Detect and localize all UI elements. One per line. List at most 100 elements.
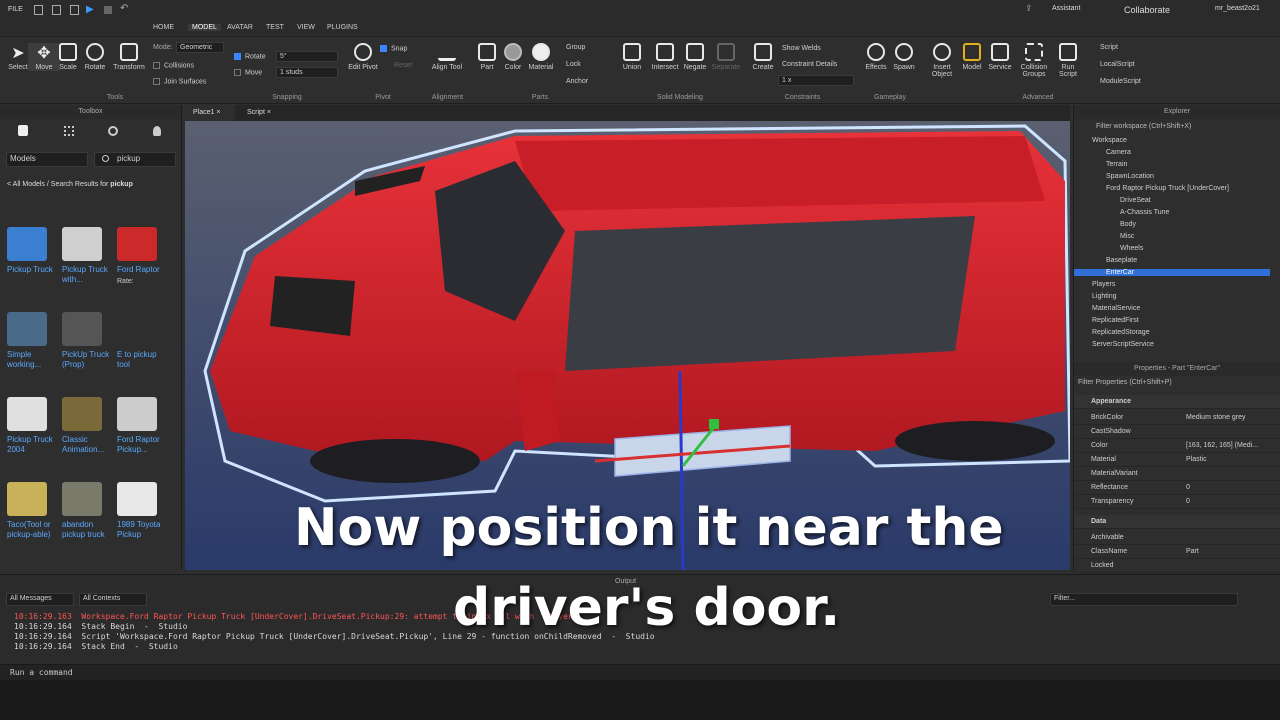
insert-object-button[interactable]: Insert Object (925, 43, 959, 78)
toolbox-item[interactable]: E to pickup tool (117, 312, 169, 370)
property-row[interactable]: ClassName Part (1074, 545, 1280, 559)
output-line[interactable]: 10:16:29.164 Stack Begin - Studio (14, 622, 187, 631)
tab-home[interactable]: HOME (153, 24, 174, 31)
save-icon[interactable] (52, 5, 61, 15)
upload-icon[interactable]: ⇪ (1025, 3, 1033, 14)
toolbox-item[interactable]: Pickup Truck (7, 227, 59, 275)
properties-filter-input[interactable]: Filter Properties (Ctrl+Shift+P) (1078, 379, 1172, 386)
show-welds-toggle[interactable]: Show Welds (782, 45, 821, 52)
property-row[interactable]: Reflectance 0 (1074, 481, 1280, 495)
explorer-item[interactable]: ReplicatedFirst (1074, 317, 1270, 324)
recent-icon[interactable] (108, 126, 118, 136)
play-icon[interactable]: ▶ (86, 4, 94, 15)
tab-view[interactable]: VIEW (297, 24, 315, 31)
service-button[interactable]: Service (984, 43, 1016, 71)
explorer-item[interactable]: Ford Raptor Pickup Truck [UnderCover] (1074, 185, 1270, 192)
collision-groups-button[interactable]: Collision Groups (1016, 43, 1052, 78)
mode-dropdown[interactable]: Geometric (176, 42, 224, 53)
explorer-item[interactable]: Wheels (1074, 245, 1270, 252)
intersect-button[interactable]: Intersect (647, 43, 683, 71)
toolbox-item[interactable]: 1989 Toyota Pickup (117, 482, 169, 540)
publish-icon[interactable] (70, 5, 79, 15)
appearance-section[interactable]: Appearance (1074, 395, 1280, 409)
explorer-item[interactable]: Camera (1074, 149, 1270, 156)
explorer-item[interactable]: Body (1074, 221, 1270, 228)
toolbox-item[interactable]: Taco(Tool or pickup-able) (7, 482, 59, 540)
breadcrumb[interactable]: < All Models / Search Results for pickup (7, 181, 133, 188)
explorer-item[interactable]: Players (1074, 281, 1270, 288)
group-button[interactable]: Group (566, 44, 585, 51)
material-button[interactable]: Material (525, 43, 557, 71)
property-row[interactable]: Color [163, 162, 165] (Medi... (1074, 439, 1280, 453)
property-row[interactable]: Archivable (1074, 531, 1280, 545)
explorer-item[interactable]: Workspace (1074, 137, 1270, 144)
messages-filter-dropdown[interactable]: All Messages (6, 593, 74, 606)
explorer-item[interactable]: Lighting (1074, 293, 1270, 300)
property-value[interactable]: Part (1186, 548, 1199, 555)
tab-test[interactable]: TEST (266, 24, 284, 31)
align-tool[interactable]: Align Tool (431, 43, 463, 71)
tab-avatar[interactable]: AVATAR (227, 24, 253, 31)
property-row[interactable]: Transparency 0 (1074, 495, 1280, 509)
assistant-button[interactable]: Assistant (1052, 5, 1080, 12)
explorer-item[interactable]: Misc (1074, 233, 1270, 240)
command-input[interactable]: Run a command (10, 668, 73, 677)
transform-tool[interactable]: Transform (110, 43, 148, 71)
snap-checkbox[interactable]: Snap (380, 45, 407, 52)
property-value[interactable]: Medium stone grey (1186, 414, 1246, 421)
join-surfaces-checkbox[interactable]: Join Surfaces (153, 78, 206, 85)
edit-pivot-tool[interactable]: Edit Pivot (347, 43, 379, 71)
property-row[interactable]: BrickColor Medium stone grey (1074, 411, 1280, 425)
explorer-item[interactable]: ReplicatedStorage (1074, 329, 1270, 336)
move-snap-checkbox[interactable]: Move (234, 69, 262, 76)
toolbox-item[interactable]: Ford Raptor Rate: (117, 227, 169, 287)
explorer-item[interactable]: EnterCar (1074, 269, 1270, 276)
rotate-tool[interactable]: Rotate (79, 43, 111, 71)
property-row[interactable]: MaterialVariant (1074, 467, 1280, 481)
data-section[interactable]: Data (1074, 515, 1280, 529)
negate-button[interactable]: Negate (679, 43, 711, 71)
creations-icon[interactable] (153, 126, 161, 136)
explorer-filter-input[interactable]: Filter workspace (Ctrl+Shift+X) (1096, 123, 1191, 130)
command-bar[interactable]: Run a command (0, 664, 1280, 680)
explorer-item[interactable]: Baseplate (1074, 257, 1270, 264)
output-line[interactable]: 10:16:29.164 Stack End - Studio (14, 642, 178, 651)
explorer-item[interactable]: A-Chassis Tune (1074, 209, 1270, 216)
create-constraint-button[interactable]: Create (747, 43, 779, 71)
collaborate-button[interactable]: Collaborate (1124, 5, 1170, 15)
contexts-filter-dropdown[interactable]: All Contexts (79, 593, 147, 606)
property-value[interactable]: 0 (1186, 484, 1190, 491)
new-file-icon[interactable] (34, 5, 43, 15)
toolbox-item[interactable]: PickUp Truck (Prop) (62, 312, 114, 370)
toolbox-item[interactable]: Pickup Truck with... (62, 227, 114, 285)
property-value[interactable]: Plastic (1186, 456, 1207, 463)
category-dropdown[interactable]: Models (6, 152, 88, 167)
explorer-item[interactable]: MaterialService (1074, 305, 1270, 312)
output-filter-input[interactable]: Filter... (1050, 593, 1238, 606)
explorer-item[interactable]: DriveSeat (1074, 197, 1270, 204)
script-button[interactable]: Script (1100, 44, 1118, 51)
file-menu[interactable]: FILE (8, 6, 23, 13)
tab-place1[interactable]: Place1 × (185, 105, 235, 121)
explorer-item[interactable]: SpawnLocation (1074, 173, 1270, 180)
constraint-scale-input[interactable]: 1 x (778, 75, 854, 86)
local-script-button[interactable]: LocalScript (1100, 61, 1135, 68)
rotate-snap-checkbox[interactable]: Rotate (234, 53, 266, 60)
toolbox-item[interactable]: Simple working... (7, 312, 59, 370)
reset-button[interactable]: Reset (394, 62, 412, 69)
property-value[interactable]: [163, 162, 165] (Medi... (1186, 442, 1258, 449)
rotate-snap-input[interactable]: 5° (276, 51, 338, 62)
tab-model[interactable]: MODEL (188, 24, 221, 31)
anchor-button[interactable]: Anchor (566, 78, 588, 85)
move-snap-input[interactable]: 1 studs (276, 67, 338, 78)
spawn-button[interactable]: Spawn (888, 43, 920, 71)
tab-plugins[interactable]: PLUGINS (327, 24, 358, 31)
property-row[interactable]: Locked (1074, 559, 1280, 573)
inventory-icon[interactable] (64, 126, 74, 136)
property-row[interactable]: Material Plastic (1074, 453, 1280, 467)
constraint-details-toggle[interactable]: Constraint Details (782, 61, 837, 68)
separate-button[interactable]: Separate (710, 43, 742, 71)
toolbox-item[interactable]: Classic Animation... (62, 397, 114, 455)
union-button[interactable]: Union (616, 43, 648, 71)
stop-icon[interactable] (104, 6, 112, 14)
